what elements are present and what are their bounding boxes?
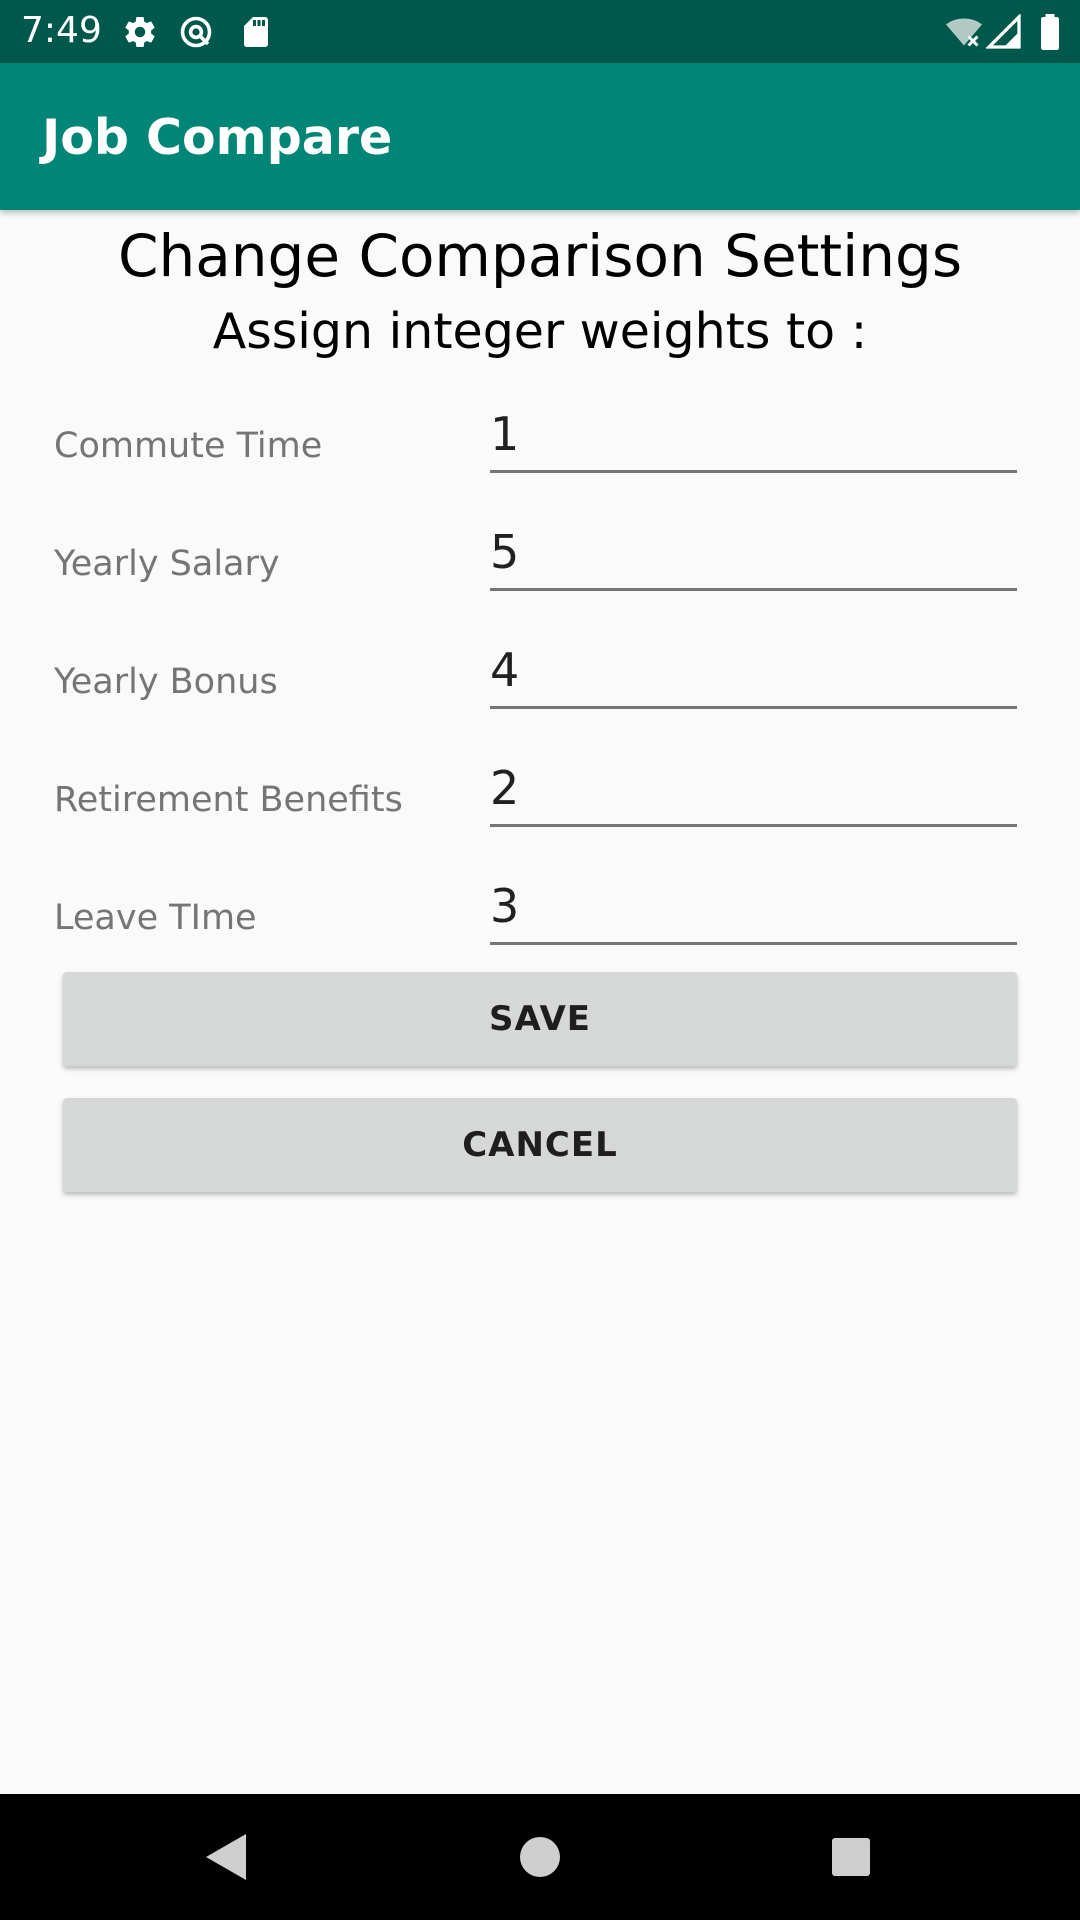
- status-time: 7:49: [21, 10, 102, 51]
- app-bar: Job Compare: [0, 63, 1080, 210]
- page-subtitle: Assign integer weights to :: [212, 303, 868, 360]
- page-title: Change Comparison Settings: [117, 222, 963, 290]
- home-icon[interactable]: [507, 1824, 573, 1890]
- field-label: Commute Time: [54, 426, 323, 466]
- vpn-key-icon: [178, 14, 214, 50]
- screen: 7:49 Job Compare Change Comparison Setti…: [0, 0, 1080, 1920]
- cancel-button[interactable]: CANCEL: [63, 1098, 1017, 1192]
- field-row-retirement-benefits: Retirement Benefits: [0, 758, 1080, 876]
- navigation-bar: [0, 1794, 1080, 1920]
- recents-icon[interactable]: [818, 1824, 884, 1890]
- retirement-benefits-input[interactable]: [490, 758, 1017, 827]
- yearly-salary-input[interactable]: [490, 522, 1017, 591]
- yearly-bonus-input[interactable]: [490, 640, 1017, 709]
- back-icon[interactable]: [192, 1824, 258, 1890]
- app-title: Job Compare: [42, 109, 393, 166]
- field-row-commute-time: Commute Time: [0, 404, 1080, 522]
- field-label: Yearly Bonus: [54, 662, 278, 702]
- field-label: Retirement Benefits: [54, 780, 403, 820]
- save-button[interactable]: SAVE: [63, 972, 1017, 1066]
- gear-icon: [122, 14, 158, 50]
- sd-card-icon: [238, 14, 274, 50]
- field-row-yearly-bonus: Yearly Bonus: [0, 640, 1080, 758]
- leave-time-input[interactable]: [490, 876, 1017, 945]
- field-label: Yearly Salary: [54, 544, 280, 584]
- wifi-off-icon: [944, 14, 984, 50]
- cell-signal-icon: [985, 13, 1022, 50]
- battery-icon: [1038, 14, 1062, 50]
- field-row-yearly-salary: Yearly Salary: [0, 522, 1080, 640]
- commute-time-input[interactable]: [490, 404, 1017, 473]
- field-label: Leave TIme: [54, 898, 257, 938]
- status-bar: 7:49: [0, 0, 1080, 63]
